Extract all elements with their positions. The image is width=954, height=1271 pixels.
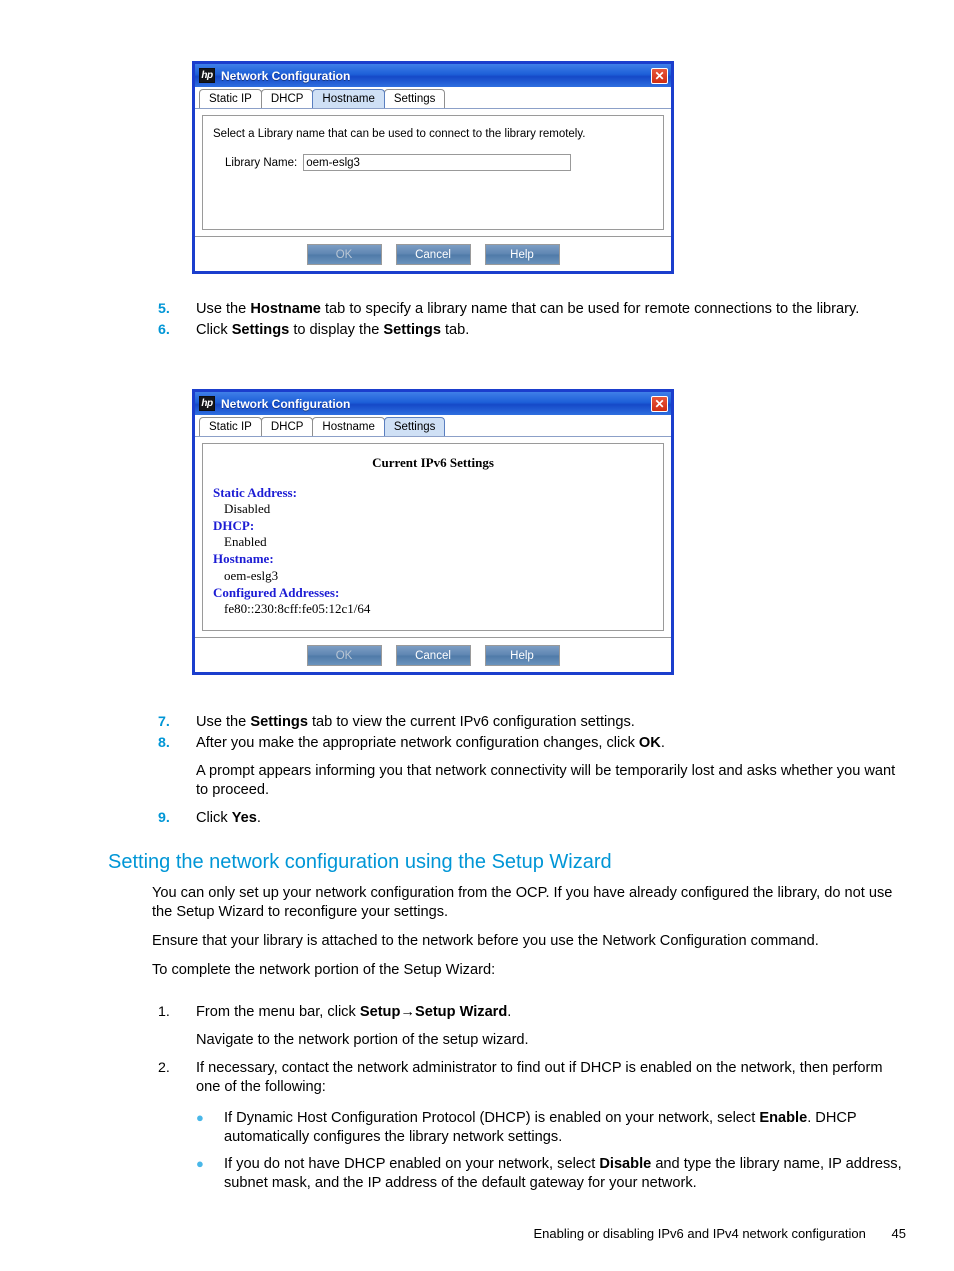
library-name-label: Library Name: xyxy=(225,156,298,169)
tab-static-ip[interactable]: Static IP xyxy=(199,417,262,436)
dialog-button-row: OK Cancel Help xyxy=(195,236,671,271)
list-item: 2. If necessary, contact the network adm… xyxy=(158,1059,906,1097)
tab-dhcp[interactable]: DHCP xyxy=(260,417,314,436)
list-item: 8. After you make the appropriate networ… xyxy=(158,734,903,753)
section-heading: Setting the network configuration using … xyxy=(108,851,612,873)
list-item: ● If Dynamic Host Configuration Protocol… xyxy=(196,1109,906,1147)
tab-settings[interactable]: Settings xyxy=(383,89,446,108)
dialog-tabstrip[interactable]: Static IP DHCP Hostname Settings xyxy=(195,87,671,109)
configured-addresses-value: fe80::230:8cff:fe05:12c1/64 xyxy=(224,600,371,616)
list-item: ● If you do not have DHCP enabled on you… xyxy=(196,1155,906,1193)
section-block: Setting the network configuration using … xyxy=(108,850,908,874)
list-item-text: If Dynamic Host Configuration Protocol (… xyxy=(224,1110,857,1145)
page-number: 45 xyxy=(891,1226,906,1241)
hostname-hint-text: Select a Library name that can be used t… xyxy=(213,128,586,140)
ok-button[interactable]: OK xyxy=(306,243,382,265)
list-item-text: Click Settings to display the Settings t… xyxy=(196,321,470,338)
dialog-title: Network Configuration xyxy=(221,68,351,83)
dialog-body: Current IPv6 Settings Static Address: Di… xyxy=(195,437,671,631)
step8-note: A prompt appears informing you that netw… xyxy=(196,762,896,798)
help-button[interactable]: Help xyxy=(484,243,560,265)
paragraph: To complete the network portion of the S… xyxy=(152,961,496,978)
dialog-body: Select a Library name that can be used t… xyxy=(195,109,671,230)
help-button[interactable]: Help xyxy=(484,644,560,666)
list-item-number: 6. xyxy=(158,321,170,338)
list-item-number: 7. xyxy=(158,714,170,730)
ipv6-settings-panel: Current IPv6 Settings Static Address: Di… xyxy=(202,443,664,631)
list-item-number: 2. xyxy=(158,1059,170,1076)
document-page: hp Network Configuration ✕ Static IP DHC… xyxy=(0,0,954,1271)
list-item-text: If necessary, contact the network admini… xyxy=(196,1059,883,1095)
network-configuration-dialog-settings[interactable]: hp Network Configuration ✕ Static IP DHC… xyxy=(192,389,674,675)
page-footer: Enabling or disabling IPv6 and IPv4 netw… xyxy=(533,1226,906,1241)
close-icon[interactable]: ✕ xyxy=(651,67,668,84)
settings-panel-title: Current IPv6 Settings xyxy=(372,455,494,470)
bullet-icon: ● xyxy=(196,1155,204,1171)
list-item: 1. From the menu bar, click Setup→Setup … xyxy=(158,1003,906,1022)
list-item-text: Use the Settings tab to view the current… xyxy=(196,714,635,730)
dialog-title: Network Configuration xyxy=(221,396,351,411)
dhcp-value: Enabled xyxy=(224,534,267,550)
paragraph: Ensure that your library is attached to … xyxy=(152,932,819,949)
dialog-tabstrip[interactable]: Static IP DHCP Hostname Settings xyxy=(195,415,671,437)
step1-note: Navigate to the network portion of the s… xyxy=(196,1031,529,1048)
hostname-panel: Select a Library name that can be used t… xyxy=(202,115,664,230)
tab-hostname[interactable]: Hostname xyxy=(312,89,385,108)
configured-addresses-label: Configured Addresses: xyxy=(213,584,340,600)
paragraph: You can only set up your network configu… xyxy=(152,885,893,920)
list-item-number: 1. xyxy=(158,1004,170,1020)
list-item-number: 9. xyxy=(158,809,170,826)
steps-list-upper: 5. Use the Hostname tab to specify a lib… xyxy=(158,300,898,342)
cancel-button[interactable]: Cancel xyxy=(395,243,471,265)
bullet-list: ● If Dynamic Host Configuration Protocol… xyxy=(196,1109,906,1201)
ok-button[interactable]: OK xyxy=(306,644,382,666)
library-name-input[interactable] xyxy=(303,154,572,171)
dhcp-label: DHCP: xyxy=(213,518,255,534)
list-item: 5. Use the Hostname tab to specify a lib… xyxy=(158,300,898,319)
list-item-text: From the menu bar, click Setup→Setup Wiz… xyxy=(196,1004,512,1020)
list-item-number: 5. xyxy=(158,301,170,317)
static-address-value: Disabled xyxy=(224,501,271,517)
list-item-number: 8. xyxy=(158,734,170,751)
static-address-label: Static Address: xyxy=(213,485,297,500)
section-paragraphs: You can only set up your network configu… xyxy=(152,884,897,980)
hp-logo-icon: hp xyxy=(199,396,215,411)
tab-static-ip[interactable]: Static IP xyxy=(199,89,262,108)
bullet-icon: ● xyxy=(196,1110,204,1125)
list-item-text: If you do not have DHCP enabled on your … xyxy=(224,1155,902,1191)
list-item: 6. Click Settings to display the Setting… xyxy=(158,321,898,340)
dialog-titlebar[interactable]: hp Network Configuration ✕ xyxy=(195,64,671,87)
steps-list-mid: 7. Use the Settings tab to view the curr… xyxy=(158,713,903,830)
list-item-text: Use the Hostname tab to specify a librar… xyxy=(196,301,860,317)
hostname-label: Hostname: xyxy=(213,551,274,567)
list-item-text: Click Yes. xyxy=(196,809,261,826)
hp-logo-icon: hp xyxy=(199,68,215,83)
footer-text: Enabling or disabling IPv6 and IPv4 netw… xyxy=(533,1226,866,1241)
library-name-row: Library Name: xyxy=(203,140,663,171)
list-item: 7. Use the Settings tab to view the curr… xyxy=(158,713,903,732)
dialog-button-row: OK Cancel Help xyxy=(195,637,671,672)
cancel-button[interactable]: Cancel xyxy=(395,644,471,666)
hostname-value: oem-eslg3 xyxy=(224,567,279,583)
list-item-text: After you make the appropriate network c… xyxy=(196,734,665,751)
dialog-titlebar[interactable]: hp Network Configuration ✕ xyxy=(195,392,671,415)
tab-settings[interactable]: Settings xyxy=(383,417,446,436)
tab-dhcp[interactable]: DHCP xyxy=(260,89,314,108)
close-icon[interactable]: ✕ xyxy=(651,395,668,412)
tab-hostname[interactable]: Hostname xyxy=(312,417,385,436)
steps-list-lower: 1. From the menu bar, click Setup→Setup … xyxy=(158,1003,906,1099)
network-configuration-dialog-hostname[interactable]: hp Network Configuration ✕ Static IP DHC… xyxy=(192,61,674,274)
list-item: 9. Click Yes. xyxy=(158,809,903,828)
